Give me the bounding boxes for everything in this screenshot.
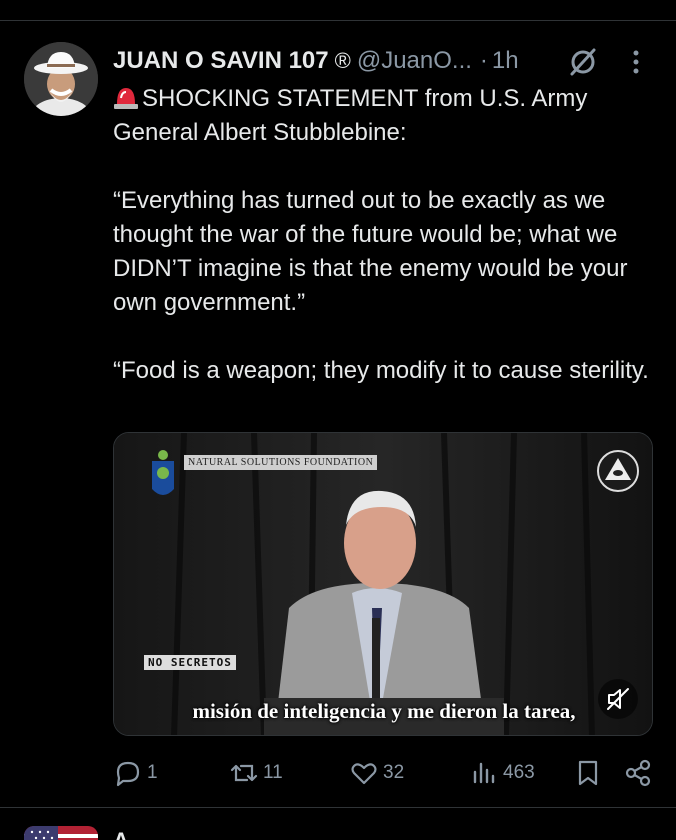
tweet-paragraph: SHOCKING STATEMENT from U.S. Army Genera… <box>113 82 661 150</box>
heart-icon <box>351 763 377 785</box>
tweet-paragraph-1: SHOCKING STATEMENT from U.S. Army Genera… <box>113 85 588 146</box>
author-name[interactable]: JUAN O SAVIN 107 <box>113 47 329 75</box>
views-button[interactable]: 463 <box>469 756 535 790</box>
tweet-header: JUAN O SAVIN 107 ® @JuanO... · 1h <box>113 44 519 78</box>
flag-avatar-image <box>24 826 98 840</box>
grok-icon[interactable] <box>566 44 600 78</box>
bookmark-icon <box>578 760 598 786</box>
author-avatar[interactable] <box>24 42 98 116</box>
tweet-text: SHOCKING STATEMENT from U.S. Army Genera… <box>113 82 661 388</box>
tweet-paragraph-2: “Everything has turned out to be exactly… <box>113 187 628 316</box>
channel-watermark: NO SECRETOS <box>144 655 236 670</box>
share-icon <box>625 759 651 787</box>
next-author-name[interactable]: A <box>113 828 129 840</box>
next-author-avatar[interactable] <box>24 826 98 840</box>
author-handle[interactable]: @JuanO... <box>357 47 472 75</box>
siren-emoji-icon <box>114 88 138 109</box>
views-icon <box>473 762 495 784</box>
like-count: 32 <box>383 762 405 783</box>
foundation-logo <box>152 450 174 495</box>
avatar-image <box>24 42 98 116</box>
eye-triangle-logo <box>597 450 639 492</box>
bookmark-button[interactable] <box>573 756 603 790</box>
registered-mark: ® <box>334 48 351 73</box>
tweet-paragraph-3: “Food is a weapon; they modify it to cau… <box>113 357 649 384</box>
top-divider <box>0 20 676 21</box>
tweet-actions: 1 11 32 463 <box>113 756 653 790</box>
more-dots-icon[interactable] <box>626 48 646 76</box>
repost-icon <box>230 764 258 782</box>
reply-count: 1 <box>147 762 158 783</box>
bottom-divider <box>0 807 676 808</box>
video-player[interactable]: NATURAL SOLUTIONS FOUNDATION NO SECRETOS… <box>113 432 653 736</box>
views-count: 463 <box>503 762 535 783</box>
muted-speaker-icon <box>607 688 629 710</box>
mute-button[interactable] <box>598 679 638 719</box>
foundation-name: NATURAL SOLUTIONS FOUNDATION <box>184 455 378 470</box>
reply-button[interactable]: 1 <box>113 756 158 790</box>
share-button[interactable] <box>623 756 653 790</box>
video-caption: misión de inteligencia y me dieron la ta… <box>192 699 576 723</box>
separator-dot: · <box>479 47 488 74</box>
like-button[interactable]: 32 <box>349 756 404 790</box>
reply-icon <box>116 761 140 787</box>
video-frame <box>114 433 652 735</box>
repost-button[interactable]: 11 <box>229 756 283 790</box>
repost-count: 11 <box>263 762 283 783</box>
timestamp[interactable]: 1h <box>492 47 519 75</box>
